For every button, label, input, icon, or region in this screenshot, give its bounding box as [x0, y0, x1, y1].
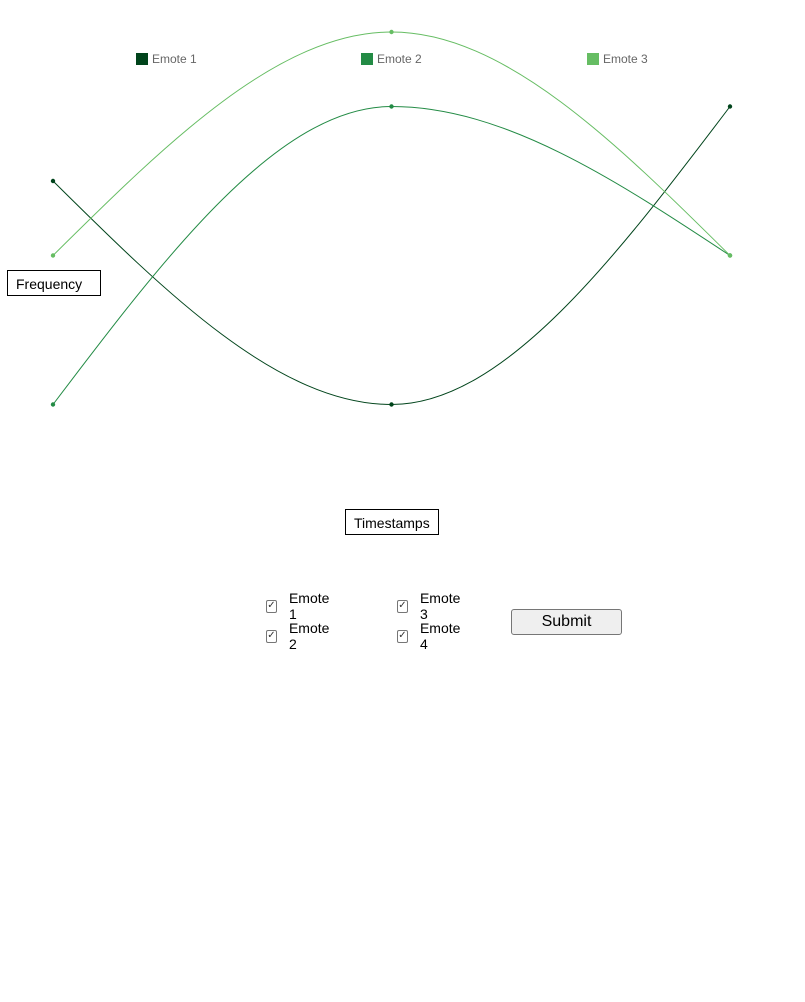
data-point	[727, 253, 733, 258]
checkbox-emote-3[interactable]: ✓ Emote 3	[397, 590, 462, 622]
checkbox-emote-4[interactable]: ✓ Emote 4	[397, 620, 462, 652]
checkbox-box[interactable]: ✓	[266, 629, 277, 643]
legend-label: Emote 2	[377, 52, 422, 66]
check-icon: ✓	[398, 630, 407, 641]
checkbox-box[interactable]: ✓	[266, 599, 277, 613]
checkbox-box[interactable]: ✓	[397, 599, 408, 613]
chart-legend: Emote 1 Emote 2 Emote 3	[136, 52, 648, 66]
data-point	[50, 402, 56, 407]
line-chart: Emote 1 Emote 2 Emote 3	[50, 29, 733, 407]
checkbox-label: Emote 3	[419, 590, 461, 622]
x-axis-label: Timestamps	[345, 509, 439, 535]
data-point	[389, 402, 394, 407]
legend-label: Emote 3	[603, 52, 648, 66]
data-point	[50, 253, 56, 258]
checkbox-label: Emote 1	[288, 590, 330, 622]
series-line	[52, 105, 731, 405]
checkbox-emote-2[interactable]: ✓ Emote 2	[266, 620, 331, 652]
legend-swatch	[587, 53, 599, 65]
legend-swatch	[361, 53, 373, 65]
checkbox-emote-1[interactable]: ✓ Emote 1	[266, 590, 331, 622]
legend-item: Emote 1	[136, 52, 197, 66]
series-line	[52, 106, 731, 406]
legend-item: Emote 3	[587, 52, 648, 66]
checkbox-box[interactable]: ✓	[397, 629, 408, 643]
submit-button[interactable]: Submit	[511, 609, 622, 635]
data-point	[389, 29, 394, 35]
data-point	[727, 104, 733, 109]
legend-item: Emote 2	[361, 52, 422, 66]
legend-label: Emote 1	[152, 52, 197, 66]
checkbox-label: Emote 2	[288, 620, 330, 652]
chart-series	[50, 29, 733, 407]
check-icon: ✓	[398, 600, 407, 611]
legend-swatch	[136, 53, 148, 65]
data-point	[50, 178, 56, 184]
data-point	[389, 104, 394, 109]
check-icon: ✓	[267, 630, 276, 641]
y-axis-label: Frequency	[7, 270, 101, 296]
checkbox-label: Emote 4	[419, 620, 461, 652]
check-icon: ✓	[267, 600, 276, 611]
